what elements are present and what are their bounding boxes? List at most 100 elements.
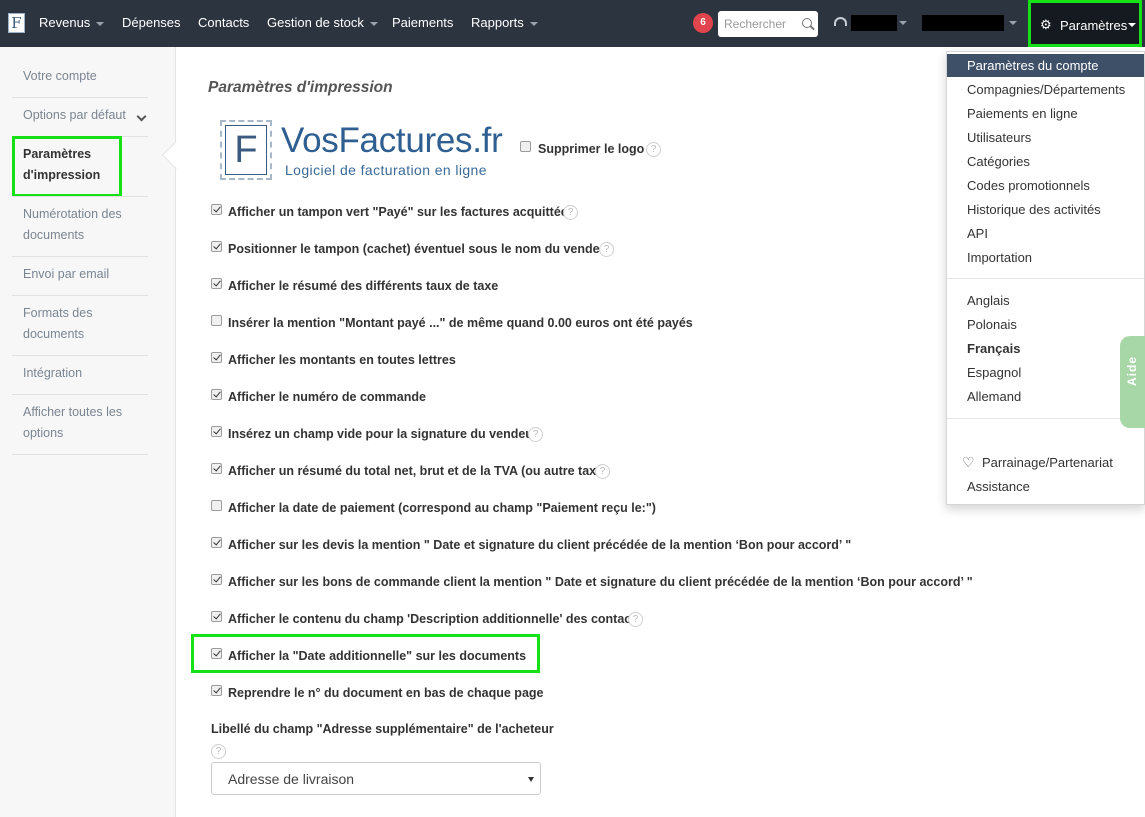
option-label: Insérer la mention "Montant payé ..." de… [228, 316, 693, 330]
menu-item-language[interactable]: Allemand [967, 389, 1021, 404]
divider [12, 97, 148, 98]
nav-rapports[interactable]: Rapports [471, 15, 538, 30]
sidebar-item-integration[interactable]: Intégration [23, 363, 148, 384]
option-label: Positionner le tampon (cachet) éventuel … [228, 242, 613, 256]
option-label: Afficher la date de paiement (correspond… [228, 501, 656, 515]
brand-name: VosFactures.fr [281, 121, 503, 160]
divider [12, 196, 148, 197]
option-checkbox[interactable] [211, 574, 222, 585]
nav-stock[interactable]: Gestion de stock [267, 15, 378, 30]
menu-item-account[interactable]: Paramètres du compte [967, 58, 1099, 73]
redacted-user[interactable] [851, 15, 897, 31]
option-checkbox[interactable] [211, 426, 222, 437]
chevron-down-icon[interactable] [899, 21, 907, 25]
help-icon[interactable]: ? [646, 142, 661, 157]
chevron-down-icon [1128, 23, 1136, 27]
help-icon[interactable]: ? [599, 242, 614, 257]
nav-contacts[interactable]: Contacts [198, 15, 249, 30]
option-label: Afficher le résumé des différents taux d… [228, 279, 499, 293]
menu-item-parrainage[interactable]: Parrainage/Partenariat [982, 455, 1113, 470]
menu-item-account[interactable]: Paiements en ligne [967, 106, 1078, 121]
notification-badge[interactable]: 6 [693, 13, 713, 33]
chevron-down-icon [528, 777, 534, 782]
sidebar-item-email[interactable]: Envoi par email [23, 264, 148, 285]
divider [12, 355, 148, 356]
sidebar-item-numerotation[interactable]: Numérotation des documents [23, 204, 148, 246]
highlight-box [191, 634, 540, 673]
option-label: Insérez un champ vide pour la signature … [228, 427, 538, 441]
help-tab-label: Aide [1125, 355, 1139, 386]
option-checkbox[interactable] [211, 611, 222, 622]
app-logo[interactable]: F [8, 13, 25, 33]
sidebar-item-options[interactable]: Options par défaut [23, 105, 148, 126]
nav-depenses[interactable]: Dépenses [122, 15, 181, 30]
option-checkbox[interactable] [211, 389, 222, 400]
search-input[interactable] [724, 15, 800, 33]
menu-item-account[interactable]: Catégories [967, 154, 1030, 169]
help-icon[interactable]: ? [211, 744, 226, 759]
highlight-box [12, 136, 122, 197]
option-checkbox[interactable] [211, 685, 222, 696]
option-checkbox[interactable] [211, 241, 222, 252]
option-label: Afficher sur les devis la mention " Date… [228, 538, 852, 552]
menu-item-language[interactable]: Anglais [967, 293, 1010, 308]
menu-item-account[interactable]: Historique des activités [967, 202, 1101, 217]
redacted-account[interactable] [922, 15, 1004, 31]
menu-item-assistance[interactable]: Assistance [967, 479, 1030, 494]
help-icon[interactable]: ? [563, 205, 578, 220]
top-navbar: F Revenus Dépenses Contacts Gestion de s… [0, 0, 1145, 47]
settings-menu-button[interactable]: ⚙ Paramètres [1028, 0, 1142, 47]
option-checkbox[interactable] [211, 500, 222, 511]
option-checkbox[interactable] [211, 204, 222, 215]
help-icon[interactable]: ? [528, 427, 543, 442]
option-label: Afficher un résumé du total net, brut et… [228, 464, 608, 478]
sidebar-item-toutes-options[interactable]: Afficher toutes les options [23, 402, 148, 444]
menu-item-account[interactable]: API [967, 226, 988, 241]
option-label: Reprendre le n° du document en bas de ch… [228, 686, 544, 700]
divider [947, 278, 1144, 279]
option-label: Afficher le numéro de commande [228, 390, 426, 404]
divider [12, 256, 148, 257]
option-checkbox[interactable] [211, 537, 222, 548]
divider [12, 295, 148, 296]
address-field-label: Libellé du champ "Adresse supplémentaire… [211, 722, 554, 736]
option-checkbox[interactable] [211, 278, 222, 289]
address-label-select[interactable]: Adresse de livraison [211, 762, 541, 795]
page-title: Paramètres d'impression [208, 79, 393, 96]
search-box[interactable] [718, 11, 818, 37]
option-checkbox[interactable] [211, 352, 222, 363]
menu-item-language[interactable]: Espagnol [967, 365, 1021, 380]
remove-logo-checkbox[interactable] [520, 141, 531, 152]
dashboard-icon[interactable] [834, 17, 847, 26]
menu-item-account[interactable]: Codes promotionnels [967, 178, 1090, 193]
brand-tagline: Logiciel de facturation en ligne [285, 162, 487, 178]
settings-label: Paramètres [1060, 18, 1128, 33]
help-tab[interactable]: Aide [1120, 336, 1145, 428]
sidebar-item-compte[interactable]: Votre compte [23, 66, 148, 87]
menu-item-language[interactable]: Français [967, 341, 1020, 356]
menu-item-account[interactable]: Utilisateurs [967, 130, 1031, 145]
sidebar-item-formats[interactable]: Formats des documents [23, 303, 148, 345]
settings-dropdown: Paramètres du compte Compagnies/Départeme… [946, 51, 1145, 505]
help-icon[interactable]: ? [628, 612, 643, 627]
nav-revenus[interactable]: Revenus [39, 15, 105, 30]
menu-item-account[interactable]: Importation [967, 250, 1032, 265]
option-checkbox[interactable] [211, 463, 222, 474]
search-icon[interactable] [802, 18, 812, 28]
option-label: Afficher le contenu du champ 'Descriptio… [228, 612, 643, 626]
gear-icon: ⚙ [1040, 17, 1052, 32]
menu-item-language[interactable]: Polonais [967, 317, 1017, 332]
divider [12, 454, 148, 455]
nav-paiements[interactable]: Paiements [392, 15, 453, 30]
help-icon[interactable]: ? [595, 464, 610, 479]
option-label: Afficher un tampon vert "Payé" sur les f… [228, 205, 575, 219]
option-label: Afficher sur les bons de commande client… [228, 575, 973, 589]
divider [12, 394, 148, 395]
menu-item-account[interactable]: Compagnies/Départements [967, 82, 1125, 97]
heart-icon: ♡ [962, 454, 975, 470]
option-checkbox[interactable] [211, 315, 222, 326]
select-value: Adresse de livraison [228, 771, 355, 787]
option-label: Afficher les montants en toutes lettres [228, 353, 456, 367]
chevron-down-icon[interactable] [1009, 21, 1017, 25]
divider [947, 418, 1144, 419]
